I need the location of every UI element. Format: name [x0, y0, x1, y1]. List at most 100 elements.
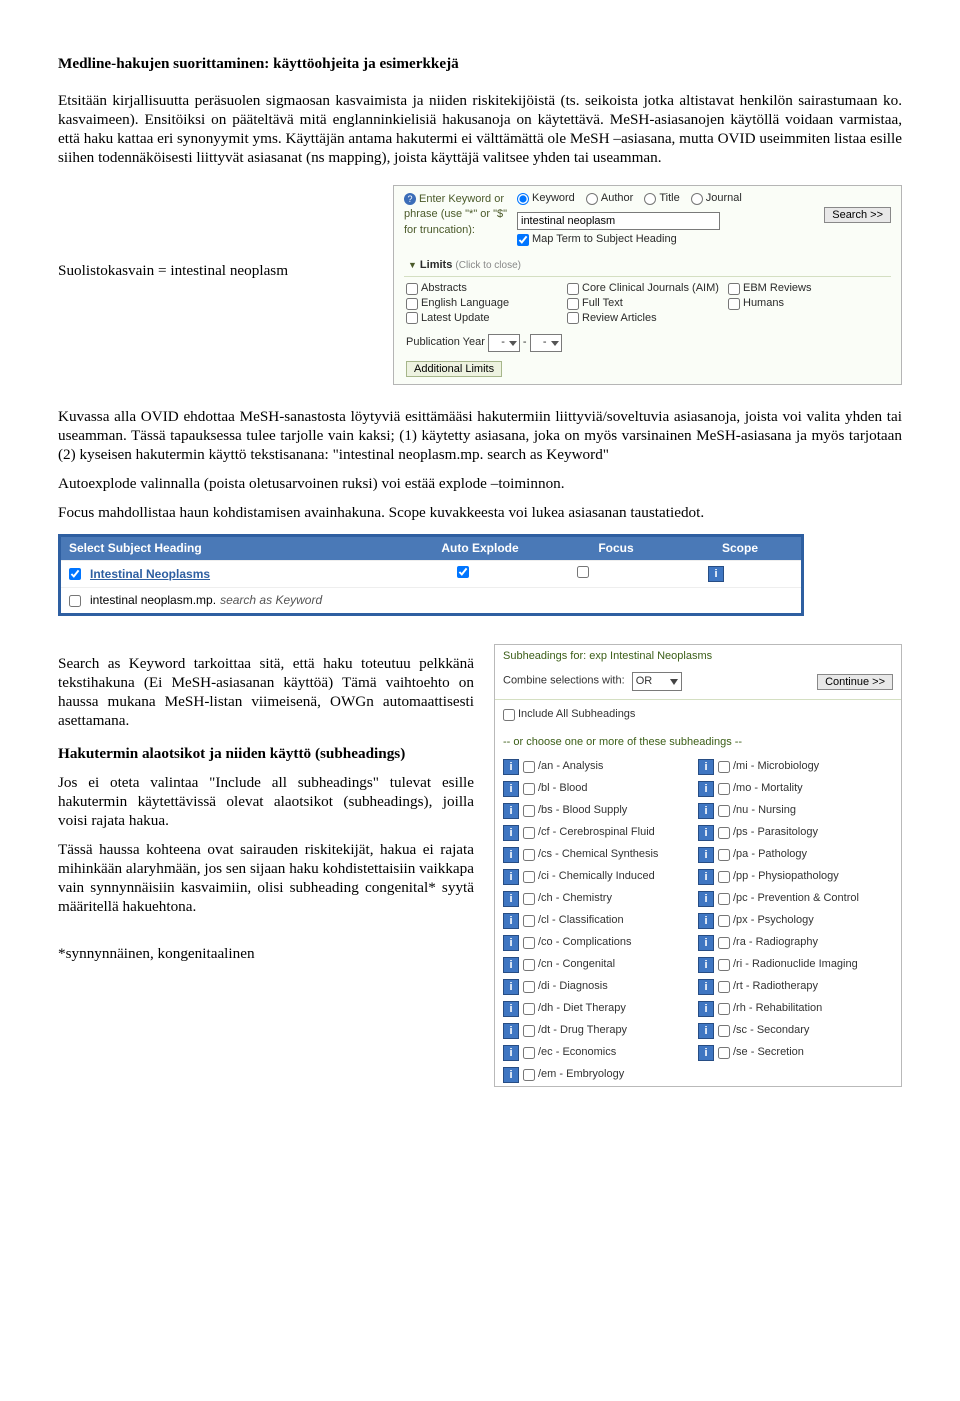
info-icon[interactable]: i — [698, 979, 714, 995]
limit-full-text[interactable]: Full Text — [567, 297, 728, 311]
subheading-item[interactable]: i/ec - Economics — [503, 1042, 698, 1064]
subheading-item[interactable]: i/em - Embryology — [503, 1064, 698, 1086]
subheading-item[interactable]: i/ci - Chemically Induced — [503, 866, 698, 888]
subheading-item[interactable]: i/bl - Blood — [503, 778, 698, 800]
subheading-item[interactable]: i/sc - Secondary — [698, 1020, 893, 1042]
subheading-item[interactable]: i/mo - Mortality — [698, 778, 893, 800]
subheading-item[interactable]: i/pa - Pathology — [698, 844, 893, 866]
limit-abstracts[interactable]: Abstracts — [406, 282, 567, 296]
info-icon[interactable]: i — [698, 869, 714, 885]
info-icon[interactable]: i — [503, 1001, 519, 1017]
col-focus: Focus — [553, 537, 679, 560]
search-button[interactable]: Search >> — [824, 207, 891, 223]
info-icon[interactable]: i — [503, 847, 519, 863]
search-panel: ?Enter Keyword or phrase (use "*" or "$"… — [393, 185, 902, 385]
subheading-item[interactable]: i/co - Complications — [503, 932, 698, 954]
subheading-item[interactable]: i/pc - Prevention & Control — [698, 888, 893, 910]
info-icon[interactable]: i — [503, 1067, 519, 1083]
year-from-select[interactable]: - — [488, 334, 520, 352]
limit-ebm-reviews[interactable]: EBM Reviews — [728, 282, 889, 296]
info-icon[interactable]: i — [503, 759, 519, 775]
info-icon[interactable]: i — [503, 869, 519, 885]
subheading-item[interactable]: i/nu - Nursing — [698, 800, 893, 822]
select-row-checkbox[interactable] — [69, 568, 81, 580]
subheading-item[interactable]: i/dt - Drug Therapy — [503, 1020, 698, 1042]
body-paragraph: Autoexplode valinnalla (poista oletusarv… — [58, 474, 902, 493]
info-icon[interactable]: i — [698, 825, 714, 841]
info-icon[interactable]: i — [503, 825, 519, 841]
help-icon[interactable]: ? — [404, 193, 416, 205]
subheading-item[interactable]: i/se - Secretion — [698, 1042, 893, 1064]
year-to-select[interactable]: - — [530, 334, 562, 352]
additional-limits-button[interactable]: Additional Limits — [406, 361, 502, 377]
section-heading: Hakutermin alaotsikot ja niiden käyttö (… — [58, 744, 474, 763]
subheading-item[interactable]: i/pp - Physiopathology — [698, 866, 893, 888]
include-all-checkbox[interactable]: Include All Subheadings — [503, 704, 893, 730]
info-icon[interactable]: i — [503, 979, 519, 995]
focus-checkbox[interactable] — [577, 566, 589, 578]
info-icon[interactable]: i — [503, 891, 519, 907]
continue-button[interactable]: Continue >> — [817, 674, 893, 690]
info-icon[interactable]: i — [698, 935, 714, 951]
subheading-item[interactable]: i/px - Psychology — [698, 910, 893, 932]
radio-keyword[interactable]: Keyword — [517, 192, 575, 206]
map-term-checkbox[interactable]: Map Term to Subject Heading — [517, 233, 677, 247]
info-icon[interactable]: i — [698, 891, 714, 907]
auto-explode-checkbox[interactable] — [457, 566, 469, 578]
info-icon[interactable]: i — [503, 935, 519, 951]
col-scope: Scope — [679, 537, 801, 560]
subheading-item[interactable]: i/ra - Radiography — [698, 932, 893, 954]
col-select: Select Subject Heading — [61, 537, 407, 560]
info-icon[interactable]: i — [698, 847, 714, 863]
col-auto-explode: Auto Explode — [407, 537, 553, 560]
info-icon[interactable]: i — [698, 913, 714, 929]
subheading-item[interactable]: i/rh - Rehabilitation — [698, 998, 893, 1020]
info-icon[interactable]: i — [503, 957, 519, 973]
info-icon[interactable]: i — [698, 1045, 714, 1061]
body-paragraph: Search as Keyword tarkoittaa sitä, että … — [58, 654, 474, 730]
search-input[interactable] — [517, 212, 720, 230]
info-icon[interactable]: i — [503, 913, 519, 929]
subheading-item[interactable]: i/cl - Classification — [503, 910, 698, 932]
limits-header[interactable]: ▼Limits (Click to close) — [404, 256, 891, 277]
subheading-item[interactable]: i/cs - Chemical Synthesis — [503, 844, 698, 866]
chevron-down-icon — [551, 341, 559, 346]
subheading-item[interactable]: i/cf - Cerebrospinal Fluid — [503, 822, 698, 844]
radio-journal[interactable]: Journal — [691, 192, 742, 206]
radio-title[interactable]: Title — [644, 192, 679, 206]
subheading-item[interactable]: i/bs - Blood Supply — [503, 800, 698, 822]
info-icon[interactable]: i — [708, 566, 724, 582]
info-icon[interactable]: i — [698, 803, 714, 819]
info-icon[interactable]: i — [698, 759, 714, 775]
subheading-item[interactable]: i/di - Diagnosis — [503, 976, 698, 998]
subheading-item[interactable]: i/ps - Parasitology — [698, 822, 893, 844]
subject-link[interactable]: Intestinal Neoplasms — [90, 567, 210, 582]
subheading-item[interactable]: i/ch - Chemistry — [503, 888, 698, 910]
info-icon[interactable]: i — [698, 1023, 714, 1039]
combine-select[interactable]: OR — [632, 672, 682, 691]
subheading-item[interactable]: i/rt - Radiotherapy — [698, 976, 893, 998]
subheading-item[interactable]: i/ri - Radionuclide Imaging — [698, 954, 893, 976]
info-icon[interactable]: i — [503, 781, 519, 797]
footnote: *synnynnäinen, kongenitaalinen — [58, 944, 474, 963]
radio-author[interactable]: Author — [586, 192, 633, 206]
limit-latest-update[interactable]: Latest Update — [406, 312, 567, 326]
limit-english[interactable]: English Language — [406, 297, 567, 311]
subheading-item[interactable]: i/dh - Diet Therapy — [503, 998, 698, 1020]
subheading-item[interactable]: i/cn - Congenital — [503, 954, 698, 976]
info-icon[interactable]: i — [503, 803, 519, 819]
search-prompt: ?Enter Keyword or phrase (use "*" or "$"… — [404, 192, 517, 238]
chevron-down-icon — [670, 679, 678, 685]
side-note: Suolistokasvain = intestinal neoplasm — [58, 185, 393, 280]
select-row-checkbox[interactable] — [69, 595, 81, 607]
info-icon[interactable]: i — [698, 957, 714, 973]
info-icon[interactable]: i — [698, 781, 714, 797]
limit-core-journals[interactable]: Core Clinical Journals (AIM) — [567, 282, 728, 296]
info-icon[interactable]: i — [698, 1001, 714, 1017]
info-icon[interactable]: i — [503, 1023, 519, 1039]
limit-humans[interactable]: Humans — [728, 297, 889, 311]
info-icon[interactable]: i — [503, 1045, 519, 1061]
subheading-item[interactable]: i/mi - Microbiology — [698, 756, 893, 778]
subheading-item[interactable]: i/an - Analysis — [503, 756, 698, 778]
limit-review-articles[interactable]: Review Articles — [567, 312, 728, 326]
